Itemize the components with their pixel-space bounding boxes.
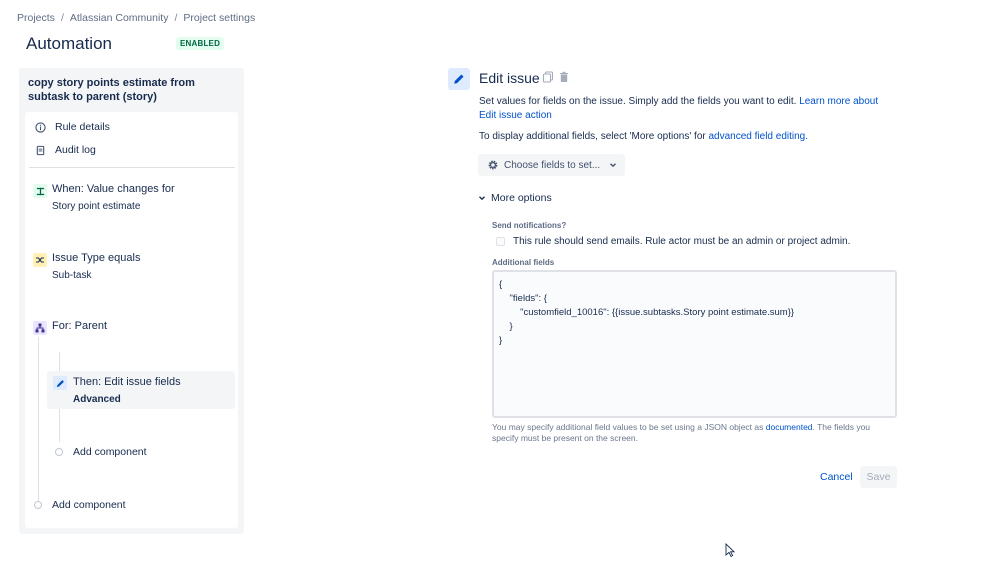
clipboard-icon — [36, 145, 45, 155]
rule-components-card: Rule details Audit log When: Value chang… — [25, 112, 238, 528]
shuffle-icon — [33, 253, 47, 267]
advanced-editing-link[interactable]: advanced field editing. — [709, 131, 809, 142]
pencil-icon — [448, 68, 470, 90]
edit-issue-title: Edit issue — [479, 70, 540, 86]
breadcrumb-separator: / — [174, 12, 178, 24]
breadcrumb: Projects / Atlassian Community / Project… — [17, 12, 255, 24]
copy-icon[interactable] — [542, 71, 554, 83]
rule-details-label: Rule details — [55, 121, 110, 133]
hierarchy-icon — [33, 321, 47, 335]
send-notifications-checkbox[interactable] — [496, 237, 505, 246]
mouse-cursor-icon — [725, 543, 735, 557]
status-badge: ENABLED — [176, 37, 225, 50]
gear-icon — [488, 160, 498, 170]
add-component-outer[interactable]: Add component — [52, 499, 126, 511]
more-options-toggle[interactable]: More options — [478, 192, 552, 204]
description-text: Set values for fields on the issue. Simp… — [479, 96, 797, 107]
audit-log-label: Audit log — [55, 144, 96, 156]
add-component-dot — [34, 501, 42, 509]
more-fields-text: To display additional fields, select 'Mo… — [479, 131, 706, 142]
additional-fields-input[interactable]: { "fields": { "customfield_10016": {{iss… — [492, 270, 897, 418]
info-icon — [35, 121, 46, 133]
trash-icon[interactable] — [558, 71, 570, 83]
additional-fields-label: Additional fields — [492, 258, 555, 267]
divider — [29, 167, 235, 168]
more-options-label: More options — [491, 192, 552, 204]
rule-details-item[interactable]: Rule details — [35, 121, 110, 133]
choose-fields-button[interactable]: Choose fields to set... — [478, 154, 625, 176]
chevron-down-icon — [610, 163, 617, 168]
breadcrumb-settings[interactable]: Project settings — [183, 12, 255, 24]
page-title: Automation — [26, 34, 112, 53]
breadcrumb-projects[interactable]: Projects — [17, 12, 55, 24]
rule-title: copy story points estimate from subtask … — [28, 77, 195, 103]
send-notifications-label: Send notifications? — [492, 221, 567, 230]
breadcrumb-separator: / — [60, 12, 64, 24]
condition-subtitle: Sub-task — [52, 270, 92, 281]
branch-title: For: Parent — [52, 320, 108, 332]
choose-fields-label: Choose fields to set... — [504, 159, 601, 171]
edit-description: Set values for fields on the issue. Simp… — [479, 95, 889, 123]
send-notifications-text: This rule should send emails. Rule actor… — [513, 236, 851, 247]
pencil-icon — [53, 376, 67, 390]
help-prefix: You may specify additional field values … — [492, 422, 764, 432]
send-notifications-row: This rule should send emails. Rule actor… — [496, 236, 850, 247]
chevron-down-icon — [479, 196, 485, 201]
add-component-dot — [55, 448, 63, 456]
cancel-button[interactable]: Cancel — [813, 467, 860, 487]
condition-title: Issue Type equals — [52, 252, 141, 264]
title-actions — [542, 71, 570, 83]
documented-link[interactable]: documented — [766, 422, 813, 432]
trigger-subtitle: Story point estimate — [52, 201, 141, 212]
trigger-title: When: Value changes for — [52, 183, 175, 195]
add-component-inner[interactable]: Add component — [73, 446, 147, 458]
additional-fields-help: You may specify additional field values … — [492, 422, 892, 444]
breadcrumb-project[interactable]: Atlassian Community — [70, 12, 169, 24]
rule-panel: copy story points estimate from subtask … — [19, 68, 244, 534]
save-button[interactable]: Save — [860, 466, 897, 488]
main-connector — [38, 337, 39, 501]
audit-log-item[interactable]: Audit log — [35, 144, 96, 156]
action-title: Then: Edit issue fields — [73, 376, 181, 388]
more-fields-hint: To display additional fields, select 'Mo… — [479, 130, 899, 144]
trigger-icon — [33, 184, 47, 198]
action-step-selected[interactable]: Then: Edit issue fields Advanced — [47, 371, 235, 409]
action-subtitle: Advanced — [73, 394, 121, 405]
